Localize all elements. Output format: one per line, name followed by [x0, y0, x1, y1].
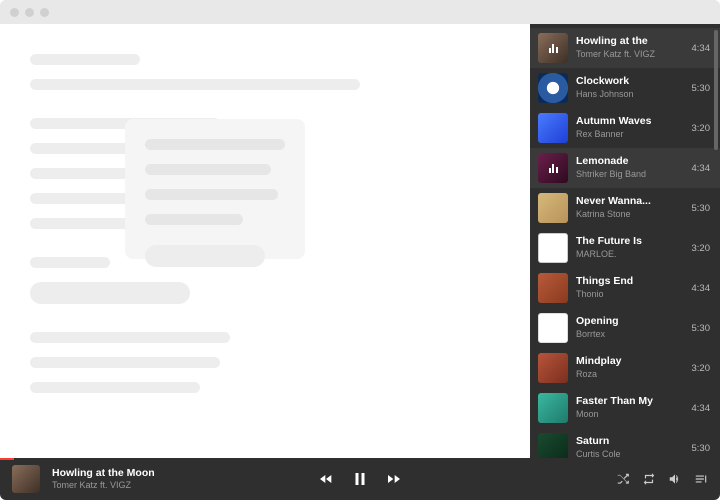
track-duration: 4:34: [692, 283, 711, 294]
skeleton-card: [125, 119, 305, 259]
playlist-sidebar: Howling at theTomer Katz ft. VIGZ 4:34 Clo…: [530, 24, 720, 458]
playlist-scrollbar[interactable]: [714, 30, 718, 150]
body-area: Howling at theTomer Katz ft. VIGZ 4:34 Clo…: [0, 24, 720, 458]
track-title: The Future Is: [576, 235, 684, 249]
playlist-track[interactable]: Autumn WavesRex Banner 3:20: [530, 108, 720, 148]
playlist-track[interactable]: Never Wanna...Katrina Stone 5:30: [530, 188, 720, 228]
track-title: Never Wanna...: [576, 195, 684, 209]
previous-button[interactable]: [317, 470, 335, 488]
traffic-light-close[interactable]: [10, 8, 19, 17]
track-info: Faster Than MyMoon: [576, 395, 684, 420]
next-button[interactable]: [385, 470, 403, 488]
track-artist: Borrtex: [576, 329, 684, 341]
track-info: Things EndThonio: [576, 275, 684, 300]
track-thumbnail: [538, 393, 568, 423]
now-playing-artist: Tomer Katz ft. VIGZ: [52, 480, 155, 491]
track-duration: 4:34: [692, 163, 711, 174]
track-title: Faster Than My: [576, 395, 684, 409]
track-thumbnail: [538, 33, 568, 63]
track-thumbnail: [538, 73, 568, 103]
volume-button[interactable]: [668, 472, 682, 486]
playlist-track[interactable]: Faster Than MyMoon 4:34: [530, 388, 720, 428]
playlist-track[interactable]: The Future IsMARLOE. 3:20: [530, 228, 720, 268]
window-titlebar: [0, 0, 720, 24]
track-info: OpeningBorrtex: [576, 315, 684, 340]
track-artist: Roza: [576, 369, 684, 381]
app-window: Howling at theTomer Katz ft. VIGZ4:34Clo…: [0, 0, 720, 500]
equalizer-icon: [549, 163, 558, 173]
track-info: SaturnCurtis Cole: [576, 435, 684, 458]
track-duration: 4:34: [692, 403, 711, 414]
track-artist: Tomer Katz ft. VIGZ: [576, 49, 684, 61]
equalizer-icon: [549, 43, 558, 53]
track-thumbnail: [538, 273, 568, 303]
track-thumbnail: [538, 193, 568, 223]
track-thumbnail: [538, 233, 568, 263]
queue-button[interactable]: [694, 472, 708, 486]
track-info: Never Wanna...Katrina Stone: [576, 195, 684, 220]
track-duration: 5:30: [692, 83, 711, 94]
now-playing-title: Howling at the Moon: [52, 467, 155, 480]
track-info: LemonadeShtriker Big Band: [576, 155, 684, 180]
track-title: Howling at the: [576, 35, 684, 49]
playlist-track[interactable]: SaturnCurtis Cole 5:30: [530, 428, 720, 458]
track-duration: 5:30: [692, 323, 711, 334]
track-info: Autumn WavesRex Banner: [576, 115, 684, 140]
playlist-track[interactable]: ClockworkHans Johnson 5:30: [530, 68, 720, 108]
playlist-track[interactable]: MindplayRoza 3:20: [530, 348, 720, 388]
traffic-light-minimize[interactable]: [25, 8, 34, 17]
track-duration: 3:20: [692, 123, 711, 134]
repeat-button[interactable]: [642, 472, 656, 486]
now-playing-thumbnail[interactable]: [12, 465, 40, 493]
track-artist: Curtis Cole: [576, 449, 684, 458]
track-info: The Future IsMARLOE.: [576, 235, 684, 260]
track-thumbnail: [538, 313, 568, 343]
track-thumbnail: [538, 433, 568, 458]
track-title: Mindplay: [576, 355, 684, 369]
playlist-track[interactable]: LemonadeShtriker Big Band 4:34: [530, 148, 720, 188]
main-content-skeleton: [0, 24, 530, 458]
playlist-track[interactable]: OpeningBorrtex 5:30: [530, 308, 720, 348]
track-title: Lemonade: [576, 155, 684, 169]
playback-controls: [317, 470, 403, 488]
track-artist: Shtriker Big Band: [576, 169, 684, 181]
track-duration: 5:30: [692, 443, 711, 454]
track-duration: 3:20: [692, 363, 711, 374]
track-duration: 4:34: [692, 43, 711, 54]
track-artist: Moon: [576, 409, 684, 421]
track-duration: 5:30: [692, 203, 711, 214]
track-artist: Hans Johnson: [576, 89, 684, 101]
traffic-light-zoom[interactable]: [40, 8, 49, 17]
player-bar: Howling at the Moon Tomer Katz ft. VIGZ: [0, 458, 720, 500]
track-title: Autumn Waves: [576, 115, 684, 129]
track-thumbnail: [538, 353, 568, 383]
track-artist: Thonio: [576, 289, 684, 301]
playlist-track[interactable]: Howling at theTomer Katz ft. VIGZ 4:34: [530, 28, 720, 68]
track-title: Clockwork: [576, 75, 684, 89]
track-title: Saturn: [576, 435, 684, 449]
track-info: Howling at theTomer Katz ft. VIGZ: [576, 35, 684, 60]
track-duration: 3:20: [692, 243, 711, 254]
track-artist: MARLOE.: [576, 249, 684, 261]
now-playing-info: Howling at the Moon Tomer Katz ft. VIGZ: [52, 467, 155, 490]
track-artist: Katrina Stone: [576, 209, 684, 221]
track-title: Opening: [576, 315, 684, 329]
playlist[interactable]: Howling at theTomer Katz ft. VIGZ 4:34 Clo…: [530, 24, 720, 458]
pause-button[interactable]: [351, 470, 369, 488]
shuffle-button[interactable]: [616, 472, 630, 486]
secondary-controls: [616, 472, 708, 486]
track-artist: Rex Banner: [576, 129, 684, 141]
playlist-track[interactable]: Things EndThonio 4:34: [530, 268, 720, 308]
track-info: MindplayRoza: [576, 355, 684, 380]
track-thumbnail: [538, 153, 568, 183]
track-info: ClockworkHans Johnson: [576, 75, 684, 100]
track-thumbnail: [538, 113, 568, 143]
track-title: Things End: [576, 275, 684, 289]
progress-bar[interactable]: [0, 458, 14, 460]
